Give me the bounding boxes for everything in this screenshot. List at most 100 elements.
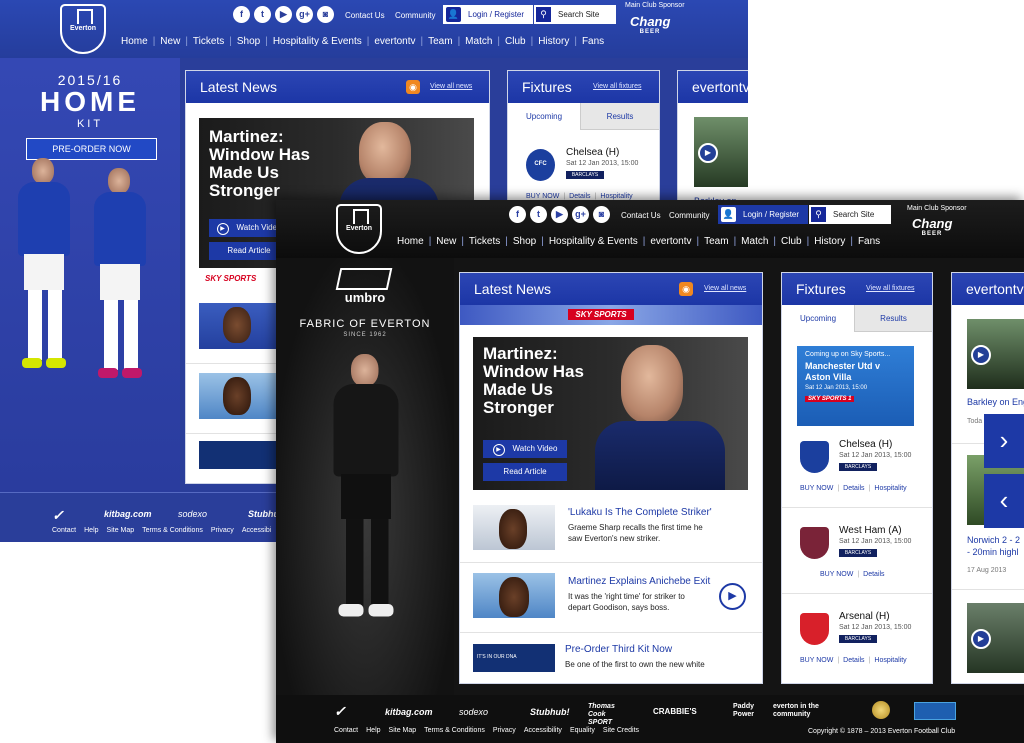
nav-item-history[interactable]: History [809,236,850,247]
contact-us-link[interactable]: Contact Us [345,11,385,20]
dna-thumbnail[interactable]: IT'S IN OUR DNA [473,644,555,672]
nav-item-shop[interactable]: Shop [232,36,265,47]
hospitality-link[interactable]: Hospitality [874,657,906,664]
search-input[interactable]: ⚲ Search Site [534,5,616,24]
tab-upcoming[interactable]: Upcoming [508,103,581,130]
accreditation-badge-icon[interactable] [914,702,956,720]
sodexo-logo[interactable]: sodexo [178,509,207,519]
nav-item-home[interactable]: Home [392,236,429,247]
login-register-button[interactable]: 👤 Login / Register [718,205,809,224]
kitbag-logo[interactable]: kitbag.com [385,707,433,717]
footer-link[interactable]: Contact [52,527,84,534]
hospitality-link[interactable]: Hospitality [600,193,632,200]
buy-now-link[interactable]: BUY NOW [800,657,833,664]
search-icon[interactable]: ⚲ [536,7,551,22]
view-all-news-link[interactable]: View all news [430,71,472,103]
stubhub-logo[interactable]: Stubhub! [530,707,570,717]
news-thumbnail[interactable] [199,373,276,419]
tab-results[interactable]: Results [580,103,659,130]
footer-link[interactable]: Help [84,527,106,534]
pre-order-button[interactable]: PRE-ORDER NOW [26,138,157,160]
twitter-icon[interactable]: t [254,6,271,23]
nike-logo[interactable]: ✓ [334,703,346,720]
paddy-power-logo[interactable]: Paddy Power [733,703,763,719]
footer-link[interactable]: Privacy [211,527,242,534]
nav-item-home[interactable]: Home [116,36,153,47]
thomas-cook-logo[interactable]: Thomas Cook SPORT [588,703,628,727]
everton-community-logo[interactable]: everton in the community [773,703,833,719]
footer-link[interactable]: Site Map [389,727,425,734]
nav-item-hospitality-events[interactable]: Hospitality & Events [268,36,367,47]
nav-item-team[interactable]: Team [423,36,457,47]
nav-item-club[interactable]: Club [500,36,531,47]
nav-item-match[interactable]: Match [736,236,773,247]
nav-item-new[interactable]: New [431,236,461,247]
watch-video-button[interactable]: ▶ Watch Video [483,440,567,458]
view-all-news-link[interactable]: View all news [704,273,746,305]
kitbag-logo[interactable]: kitbag.com [104,509,152,519]
tab-results[interactable]: Results [854,305,932,332]
footer-link[interactable]: Help [366,727,388,734]
footer-link[interactable]: Site Map [107,527,143,534]
news-thumbnail[interactable] [473,573,555,618]
nav-item-fans[interactable]: Fans [853,236,885,247]
play-icon[interactable]: ▶ [698,143,718,163]
footer-link[interactable]: Equality [570,727,603,734]
video-title-line2[interactable]: - 20min highl [967,547,1019,557]
footer-link[interactable]: Contact [334,727,366,734]
news-item-title[interactable]: Pre-Order Third Kit Now [565,644,672,655]
contact-us-link[interactable]: Contact Us [621,211,661,220]
nav-item-hospitality-events[interactable]: Hospitality & Events [544,236,643,247]
details-link[interactable]: Details [863,571,884,578]
community-link[interactable]: Community [395,11,435,20]
chang-sponsor-logo[interactable]: Chang BEER [630,14,670,35]
nav-item-evertontv[interactable]: evertontv [369,36,420,47]
play-icon[interactable]: ▶ [971,345,991,365]
footer-link[interactable]: Site Credits [603,727,647,734]
facebook-icon[interactable]: f [233,6,250,23]
nav-item-evertontv[interactable]: evertontv [645,236,696,247]
twitter-icon[interactable]: t [530,206,547,223]
details-link[interactable]: Details [843,657,864,664]
chang-sponsor-logo[interactable]: Chang BEER [912,216,952,237]
news-item-title[interactable]: 'Lukaku Is The Complete Striker' [568,507,712,518]
everton-crest-logo[interactable]: Everton [60,4,106,54]
footer-link[interactable]: Accessibi [242,527,280,534]
nav-item-new[interactable]: New [155,36,185,47]
carousel-prev-arrow-icon[interactable]: ‹ [984,474,1024,528]
everton-crest-logo[interactable]: Everton [336,204,382,254]
buy-now-link[interactable]: BUY NOW [526,193,559,200]
news-thumbnail[interactable] [473,505,555,550]
hero-story[interactable]: Martinez: Window Has Made Us Stronger ▶ W… [473,337,748,490]
nav-item-shop[interactable]: Shop [508,236,541,247]
googleplus-icon[interactable]: g+ [572,206,589,223]
video-title[interactable]: Norwich 2 - 2 [967,535,1020,545]
nav-item-tickets[interactable]: Tickets [188,36,229,47]
video-thumbnail[interactable]: ▶ [694,117,748,187]
news-thumbnail[interactable] [199,303,276,349]
footer-link[interactable]: Terms & Conditions [424,727,493,734]
news-thumbnail[interactable] [199,441,276,469]
sky-sports-fixture-promo[interactable]: Coming up on Sky Sports... Manchester Ut… [797,346,914,426]
award-badge-icon[interactable] [872,701,890,719]
nike-logo[interactable]: ✓ [52,507,64,524]
play-icon[interactable]: ▶ [971,629,991,649]
video-thumbnail[interactable]: ▶ [967,319,1024,389]
read-article-button[interactable]: Read Article [483,463,567,481]
details-link[interactable]: Details [843,485,864,492]
details-link[interactable]: Details [569,193,590,200]
googleplus-icon[interactable]: g+ [296,6,313,23]
rss-icon[interactable]: ◉ [406,80,420,94]
nav-item-match[interactable]: Match [460,36,497,47]
view-all-fixtures-link[interactable]: View all fixtures [593,71,642,103]
sodexo-logo[interactable]: sodexo [459,707,488,717]
rss-icon[interactable]: ◉ [679,282,693,296]
news-item-title[interactable]: Martinez Explains Anichebe Exit [568,576,710,587]
instagram-icon[interactable]: ◙ [317,6,334,23]
video-title[interactable]: Barkley on Eng [967,397,1024,407]
play-video-icon[interactable]: ▶ [719,583,746,610]
nav-item-fans[interactable]: Fans [577,36,609,47]
nav-item-team[interactable]: Team [699,236,733,247]
video-thumbnail[interactable]: ▶ [967,603,1024,673]
tab-upcoming[interactable]: Upcoming [782,305,855,332]
